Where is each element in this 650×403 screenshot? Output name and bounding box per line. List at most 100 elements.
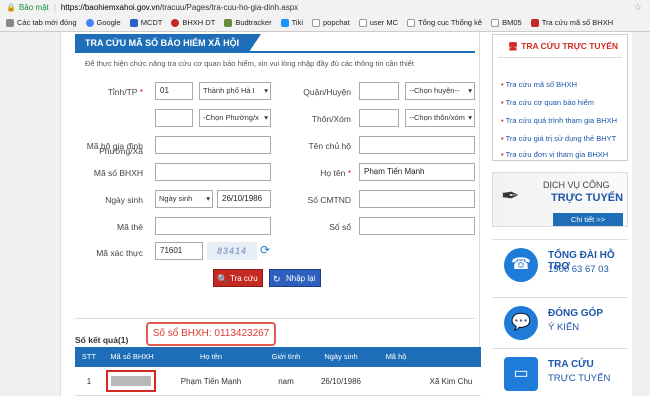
dob-label: Ngày sinh — [105, 195, 143, 205]
table-row[interactable]: 1 Phạm Tiến Mạnh nam 26/10/1986 Xã Kim C… — [75, 367, 481, 396]
google-icon — [85, 18, 94, 27]
bookmark-item[interactable]: Google — [85, 18, 121, 27]
separator: | — [53, 2, 56, 12]
headset-icon: ☎ — [504, 248, 538, 282]
province-code-input[interactable]: 01 — [155, 82, 193, 100]
form-instructions: Để thực hiện chức năng tra cứu cơ quan b… — [85, 59, 414, 68]
panel-title: 🖥 TRA CỨU TRỰC TUYẾN — [508, 41, 619, 51]
cell-stt: 1 — [86, 377, 92, 386]
col-household: Mã hộ — [385, 352, 407, 361]
bookmark-item[interactable]: Budtracker — [224, 18, 272, 27]
captcha-image: 83414 — [207, 242, 257, 260]
col-stt: STT — [81, 352, 97, 361]
page-background-right — [632, 32, 650, 396]
file-icon — [358, 18, 367, 27]
full-name-input[interactable]: Phạm Tiến Mạnh — [359, 163, 475, 181]
bookmark-item[interactable]: Tra cứu mã số BHXH — [530, 18, 613, 27]
sidebar-link-card-validity[interactable]: Tra cứu giá trị sử dụng thẻ BHYT — [501, 134, 617, 143]
province-label: Tỉnh/TP * — [107, 87, 143, 97]
card-input[interactable] — [155, 217, 271, 235]
cell-gender: nam — [278, 377, 294, 386]
bookmark-icon — [171, 18, 180, 27]
sidebar-link-participation[interactable]: Tra cứu quá trình tham gia BHXH — [501, 116, 617, 125]
col-dob: Ngày sinh — [324, 352, 358, 361]
search-icon: 🔍 — [217, 274, 229, 284]
full-name-label: Họ tên * — [320, 168, 351, 178]
bhxh-code-input[interactable] — [155, 163, 271, 181]
bookmark-item[interactable]: Tổng cục Thống kê — [407, 18, 482, 27]
page-background-left — [0, 32, 60, 396]
online-lookup-panel: 🖥TRA CỨU TRỰC TUYẾN Tra cứu mã số BHXH T… — [492, 34, 628, 161]
bookmark-item[interactable]: BM05 — [491, 18, 522, 27]
public-service-banner[interactable]: ✒ DỊCH VỤ CÔNG TRỰC TUYẾN Chi tiết >> — [492, 172, 628, 227]
id-card-input[interactable] — [359, 190, 475, 208]
bookmark-item[interactable]: BHXH DT — [171, 18, 215, 27]
file-icon — [407, 18, 416, 27]
sidebar-link-employer[interactable]: Tra cứu đơn vị tham gia BHXH — [501, 150, 609, 159]
lookup-form-panel: TRA CỨU MÃ SỐ BẢO HIỂM XÃ HỘI Để thực hi… — [60, 32, 481, 396]
district-code-input[interactable] — [359, 82, 399, 100]
result-count: Số kết quả(1) — [75, 335, 129, 345]
dob-input[interactable]: 26/10/1986 — [217, 190, 271, 208]
reset-button[interactable]: ↻ Nhập lại — [269, 269, 321, 287]
search-button[interactable]: 🔍 Tra cứu — [213, 269, 263, 287]
ward-select[interactable]: -Chọn Phường/x — [199, 109, 271, 127]
ward-code-input[interactable] — [155, 109, 193, 127]
apps-icon — [6, 18, 14, 27]
col-gender: Giới tính — [271, 352, 301, 361]
form-title: TRA CỨU MÃ SỐ BẢO HIỂM XÃ HỘI — [75, 34, 261, 52]
household-code-label: Mã hộ gia đình — [86, 141, 143, 151]
bookmark-icon — [129, 18, 138, 27]
book-no-input[interactable] — [359, 217, 475, 235]
bookmark-item[interactable]: popchat — [311, 18, 350, 27]
card-label: Mã thẻ — [117, 222, 143, 232]
bookmark-item[interactable]: Các tab mới đóng — [6, 18, 77, 27]
title-underline — [75, 51, 475, 53]
chat-icon: 💬 — [504, 306, 538, 340]
bookmark-item[interactable]: user MC — [358, 18, 398, 27]
cell-name: Phạm Tiến Mạnh — [180, 377, 242, 386]
hamlet-label: Thôn/Xóm — [311, 114, 351, 124]
bookmark-icon — [280, 18, 289, 27]
household-head-input[interactable] — [359, 136, 475, 154]
bhxh-number-callout: Số sổ BHXH: 0113423267 — [146, 322, 276, 346]
pen-icon: ✒ — [501, 183, 520, 208]
secure-label: Bảo mật — [18, 2, 49, 12]
cell-dob: 26/10/1986 — [320, 377, 362, 386]
bookmarks-bar: Các tab mới đóng Google MCDT BHXH DT Bud… — [0, 14, 650, 32]
url-text[interactable]: https://baohiemxahoi.gov.vn/tracuu/Pages… — [61, 3, 298, 12]
captcha-label: Mã xác thực — [96, 248, 143, 258]
bookmark-star-icon[interactable]: ☆ — [634, 2, 642, 13]
online-lookup-banner[interactable]: ▭ TRA CỨU TRỰC TUYẾN — [492, 348, 628, 403]
col-bhxh: Mã số BHXH — [110, 352, 154, 361]
bookmark-icon — [530, 18, 539, 27]
hamlet-code-input[interactable] — [359, 109, 399, 127]
household-code-input[interactable] — [155, 136, 271, 154]
district-select[interactable]: --Chọn huyện-- — [405, 82, 475, 100]
refresh-captcha-icon[interactable]: ⟳ — [260, 243, 270, 257]
dob-type-select[interactable]: Ngày sinh — [155, 190, 213, 208]
province-select[interactable]: Thành phố Hà I — [199, 82, 271, 100]
address-bar[interactable]: 🔒 Bảo mật | https://baohiemxahoi.gov.vn/… — [0, 0, 650, 14]
bookmark-item[interactable]: Tiki — [280, 18, 303, 27]
bookmark-icon — [224, 18, 233, 27]
file-icon — [491, 18, 500, 27]
sidebar-link-insurance-agency[interactable]: Tra cứu cơ quan bảo hiểm — [501, 98, 594, 107]
details-button[interactable]: Chi tiết >> — [553, 213, 623, 226]
district-label: Quận/Huyện — [303, 87, 351, 97]
lock-icon: 🔒 — [6, 2, 16, 12]
results-table-header: STT Mã số BHXH Họ tên Giới tính Ngày sin… — [75, 347, 481, 367]
hotline-banner[interactable]: ☎ TỔNG ĐÀI HỖ TRỢ 1900 63 67 03 — [492, 239, 628, 294]
hamlet-select[interactable]: --Chọn thôn/xóm — [405, 109, 475, 127]
panel-divider — [498, 57, 622, 58]
file-icon — [311, 18, 320, 27]
sidebar-link-bhxh-code[interactable]: Tra cứu mã số BHXH — [501, 80, 577, 89]
household-head-label: Tên chủ hộ — [308, 141, 351, 151]
bhxh-code-label: Mã số BHXH — [93, 168, 143, 178]
cell-address: Xã Kim Chu — [429, 377, 473, 386]
feedback-banner[interactable]: 💬 ĐÓNG GÓP Ý KIẾN — [492, 297, 628, 352]
bookmark-item[interactable]: MCDT — [129, 18, 162, 27]
monitor-icon: ▭ — [504, 357, 538, 391]
id-card-label: Số CMTND — [307, 195, 351, 205]
captcha-input[interactable]: 71601 — [155, 242, 203, 260]
